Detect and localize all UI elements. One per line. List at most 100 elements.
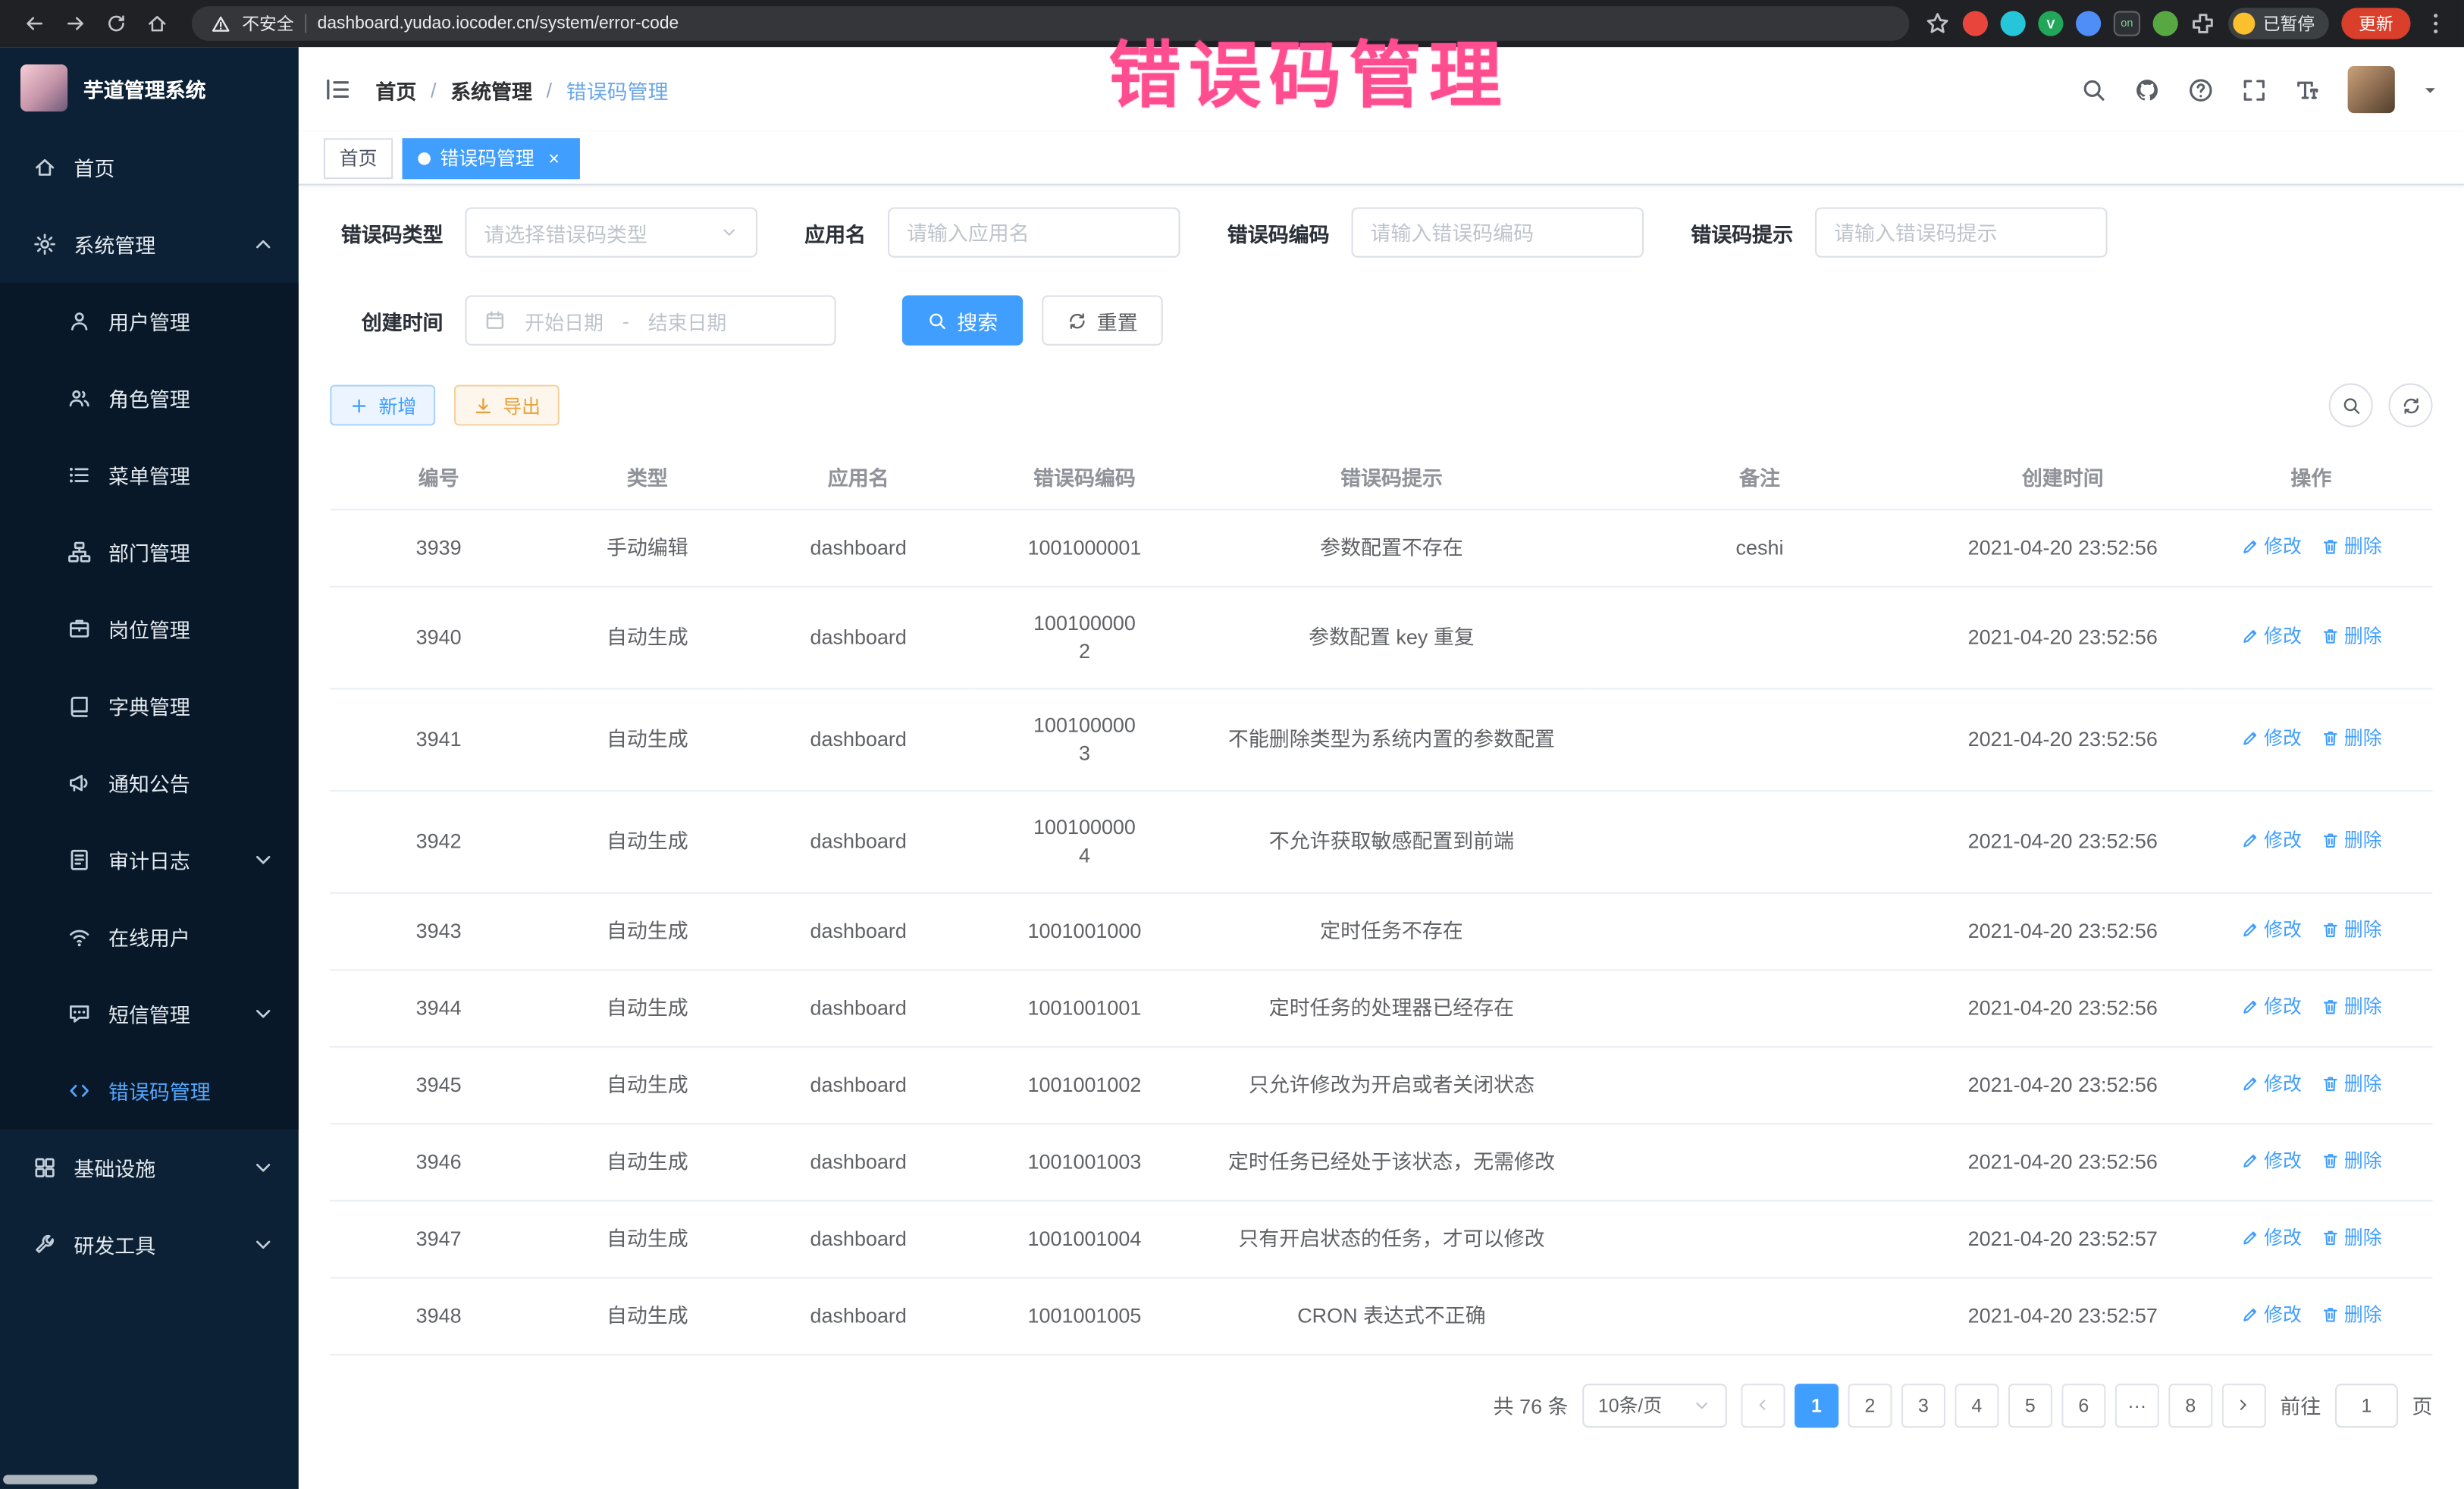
pager-more[interactable]: ··· bbox=[2115, 1383, 2159, 1427]
page-button-8[interactable]: 8 bbox=[2168, 1383, 2212, 1427]
page-button-4[interactable]: 4 bbox=[1955, 1383, 1998, 1427]
sidebar-item-online-user[interactable]: 在线用户 bbox=[0, 898, 299, 976]
sidebar-item-user[interactable]: 用户管理 bbox=[0, 283, 299, 360]
edit-link[interactable]: 修改 bbox=[2240, 826, 2302, 854]
edit-link[interactable]: 修改 bbox=[2240, 1223, 2302, 1251]
add-button-label: 新增 bbox=[379, 392, 417, 418]
error-type-select[interactable]: 请选择错误码类型 bbox=[466, 207, 758, 257]
edit-link[interactable]: 修改 bbox=[2240, 1069, 2302, 1097]
sidebar-item-role[interactable]: 角色管理 bbox=[0, 359, 299, 437]
extension-teal-icon[interactable] bbox=[2001, 11, 2026, 36]
prev-page-button[interactable] bbox=[1741, 1383, 1785, 1427]
export-button[interactable]: 导出 bbox=[454, 385, 560, 426]
show-search-button[interactable] bbox=[2329, 383, 2373, 427]
reset-button[interactable]: 重置 bbox=[1042, 295, 1163, 345]
delete-link[interactable]: 删除 bbox=[2321, 1146, 2382, 1174]
delete-link[interactable]: 删除 bbox=[2321, 826, 2382, 854]
refresh-icon bbox=[2400, 395, 2421, 415]
edit-link[interactable]: 修改 bbox=[2240, 915, 2302, 943]
cell-memo: ceshi bbox=[1584, 509, 1936, 586]
update-button[interactable]: 更新 bbox=[2341, 8, 2410, 39]
page-button-5[interactable]: 5 bbox=[2008, 1383, 2052, 1427]
edit-link[interactable]: 修改 bbox=[2240, 992, 2302, 1020]
delete-link[interactable]: 删除 bbox=[2321, 621, 2382, 649]
sidebar-item-system[interactable]: 系统管理 bbox=[0, 205, 299, 283]
next-page-button[interactable] bbox=[2222, 1383, 2266, 1427]
sidebar-item-menu[interactable]: 菜单管理 bbox=[0, 437, 299, 514]
sidebar-item-sms[interactable]: 短信管理 bbox=[0, 976, 299, 1053]
sidebar-item-notice[interactable]: 通知公告 bbox=[0, 744, 299, 822]
page-button-3[interactable]: 3 bbox=[1901, 1383, 1945, 1427]
error-code-input[interactable] bbox=[1370, 221, 1625, 244]
delete-link[interactable]: 删除 bbox=[2321, 992, 2382, 1020]
date-range-picker[interactable]: 开始日期 - 结束日期 bbox=[466, 295, 836, 345]
extension-leaf-icon[interactable] bbox=[2153, 11, 2178, 36]
breadcrumb-item[interactable]: 系统管理 bbox=[450, 74, 532, 104]
header-search-icon[interactable] bbox=[2080, 76, 2107, 102]
edit-link[interactable]: 修改 bbox=[2240, 531, 2302, 560]
cell-error-code: 1001000002 bbox=[970, 586, 1199, 688]
extension-blue-icon[interactable] bbox=[2076, 11, 2101, 36]
user-avatar[interactable] bbox=[2348, 66, 2395, 113]
sidebar-item-dev-tools[interactable]: 研发工具 bbox=[0, 1206, 299, 1284]
address-bar[interactable]: 不安全 dashboard.yudao.iocoder.cn/system/er… bbox=[192, 6, 1909, 41]
edit-link[interactable]: 修改 bbox=[2240, 723, 2302, 751]
header-actions bbox=[2080, 66, 2439, 113]
forward-icon[interactable] bbox=[57, 5, 95, 42]
help-icon[interactable] bbox=[2187, 76, 2214, 102]
sidebar-item-error-code[interactable]: 错误码管理 bbox=[0, 1052, 299, 1130]
edit-link[interactable]: 修改 bbox=[2240, 1299, 2302, 1328]
delete-link[interactable]: 删除 bbox=[2321, 723, 2382, 751]
avatar-caret-icon[interactable] bbox=[2422, 81, 2439, 99]
sidebar-item-label: 错误码管理 bbox=[108, 1076, 211, 1105]
add-button[interactable]: 新增 bbox=[330, 385, 435, 426]
edit-link[interactable]: 修改 bbox=[2240, 1146, 2302, 1174]
search-button[interactable]: 搜索 bbox=[902, 295, 1024, 345]
fullscreen-icon[interactable] bbox=[2241, 76, 2268, 102]
extension-green-icon[interactable]: V bbox=[2038, 11, 2063, 36]
profile-paused-chip[interactable]: 已暂停 bbox=[2228, 8, 2329, 39]
delete-link[interactable]: 删除 bbox=[2321, 1299, 2382, 1328]
delete-link[interactable]: 删除 bbox=[2321, 915, 2382, 943]
error-hint-input[interactable] bbox=[1834, 221, 2089, 244]
app-name-input[interactable] bbox=[907, 221, 1161, 244]
sidebar-item-audit-log[interactable]: 审计日志 bbox=[0, 821, 299, 898]
extensions-puzzle-icon[interactable] bbox=[2190, 11, 2215, 36]
sidebar-scrollbar[interactable] bbox=[3, 1475, 97, 1484]
refresh-table-button[interactable] bbox=[2389, 383, 2433, 427]
delete-link[interactable]: 删除 bbox=[2321, 531, 2382, 560]
page-button-6[interactable]: 6 bbox=[2061, 1383, 2105, 1427]
sidebar-item-infra[interactable]: 基础设施 bbox=[0, 1130, 299, 1207]
breadcrumb-item[interactable]: 首页 bbox=[375, 74, 416, 104]
back-icon[interactable] bbox=[16, 5, 54, 42]
reload-icon[interactable] bbox=[98, 5, 136, 42]
trash-icon bbox=[2321, 1305, 2340, 1324]
tab-close-icon[interactable]: × bbox=[544, 148, 564, 168]
table-row: 3945自动生成dashboard1001001002只允许修改为开启或者关闭状… bbox=[330, 1046, 2432, 1124]
page-button-2[interactable]: 2 bbox=[1848, 1383, 1892, 1427]
delete-link-label: 删除 bbox=[2344, 723, 2382, 751]
sidebar-item-dept[interactable]: 部门管理 bbox=[0, 513, 299, 591]
sidebar-item-post[interactable]: 岗位管理 bbox=[0, 591, 299, 668]
bookmark-star-icon[interactable] bbox=[1925, 11, 1950, 36]
sidebar-toggle-icon[interactable] bbox=[324, 75, 352, 103]
delete-link[interactable]: 删除 bbox=[2321, 1069, 2382, 1097]
edit-link[interactable]: 修改 bbox=[2240, 621, 2302, 649]
sidebar-item-dict[interactable]: 字典管理 bbox=[0, 667, 299, 744]
cell-app-name: dashboard bbox=[748, 1200, 970, 1277]
tab-home[interactable]: 首页 bbox=[324, 137, 393, 178]
sidebar-item-home[interactable]: 首页 bbox=[0, 129, 299, 206]
delete-link[interactable]: 删除 bbox=[2321, 1223, 2382, 1251]
github-icon[interactable] bbox=[2134, 76, 2161, 102]
browser-home-icon[interactable] bbox=[138, 5, 176, 42]
browser-menu-kebab-icon[interactable] bbox=[2423, 11, 2448, 36]
tab-error-code[interactable]: 错误码管理× bbox=[403, 137, 580, 178]
goto-page-input[interactable] bbox=[2335, 1383, 2398, 1427]
font-size-icon[interactable] bbox=[2294, 76, 2321, 102]
sidebar-logo[interactable]: 芋道管理系统 bbox=[0, 47, 299, 129]
extension-on-badge-icon[interactable]: on bbox=[2114, 11, 2140, 36]
table-header-row: 编号类型应用名错误码编码错误码提示备注创建时间操作 bbox=[330, 446, 2432, 509]
page-button-1[interactable]: 1 bbox=[1795, 1383, 1839, 1427]
extension-red-icon[interactable] bbox=[1963, 11, 1988, 36]
page-size-select[interactable]: 10条/页 bbox=[1582, 1383, 1727, 1427]
